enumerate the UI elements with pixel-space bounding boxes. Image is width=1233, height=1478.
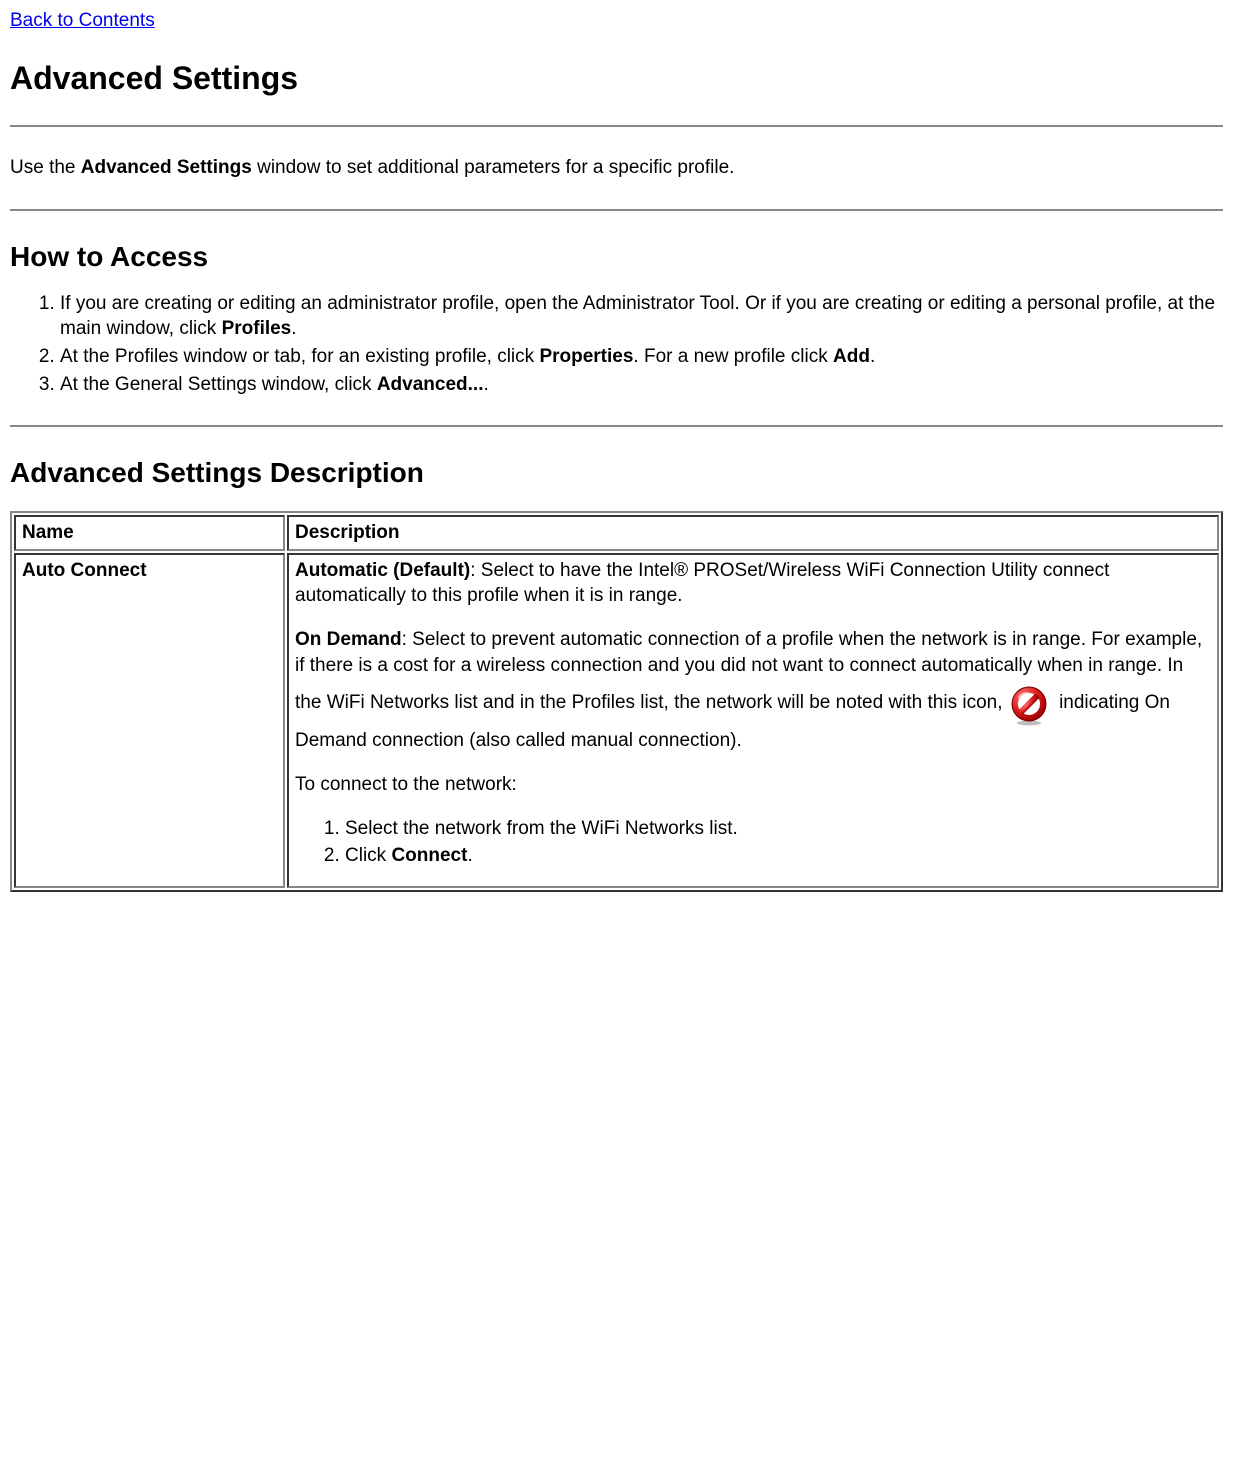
desc-heading: Advanced Settings Description xyxy=(10,457,1223,489)
intro-prefix: Use the xyxy=(10,157,81,178)
auto-default-block: Automatic (Default): Select to have the … xyxy=(295,558,1211,609)
list-item: Click Connect. xyxy=(345,843,1211,869)
prohibit-icon xyxy=(1008,684,1050,726)
how-to-access-heading: How to Access xyxy=(10,241,1223,273)
intro-text: Use the Advanced Settings window to set … xyxy=(10,155,1223,181)
step-text: At the Profiles window or tab, for an ex… xyxy=(60,346,539,367)
setting-description: Automatic (Default): Select to have the … xyxy=(287,553,1219,888)
step-text: . xyxy=(291,318,296,339)
table-header-row: Name Description xyxy=(14,515,1219,551)
table-row: Auto Connect Automatic (Default): Select… xyxy=(14,553,1219,888)
intro-bold: Advanced Settings xyxy=(81,157,252,178)
list-item: Select the network from the WiFi Network… xyxy=(345,816,1211,842)
setting-name: Auto Connect xyxy=(14,553,285,888)
list-item: At the General Settings window, click Ad… xyxy=(60,372,1223,398)
step-text: . xyxy=(870,346,875,367)
step-bold: Advanced... xyxy=(377,374,484,395)
back-to-contents-link[interactable]: Back to Contents xyxy=(10,10,155,31)
divider xyxy=(10,125,1223,127)
connect-step-bold: Connect xyxy=(391,845,467,866)
connect-steps-list: Select the network from the WiFi Network… xyxy=(295,816,1211,869)
settings-table: Name Description Auto Connect Automatic … xyxy=(10,511,1223,892)
step-bold: Add xyxy=(833,346,870,367)
connect-intro: To connect to the network: xyxy=(295,772,1211,798)
list-item: At the Profiles window or tab, for an ex… xyxy=(60,344,1223,370)
header-name: Name xyxy=(14,515,285,551)
how-to-access-list: If you are creating or editing an admini… xyxy=(10,291,1223,398)
divider xyxy=(10,425,1223,427)
intro-suffix: window to set additional parameters for … xyxy=(252,157,735,178)
step-text: . xyxy=(483,374,488,395)
connect-step-suffix: . xyxy=(467,845,472,866)
step-text: . For a new profile click xyxy=(633,346,833,367)
list-item: If you are creating or editing an admini… xyxy=(60,291,1223,342)
auto-default-bold: Automatic (Default) xyxy=(295,560,470,581)
step-bold: Profiles xyxy=(222,318,292,339)
on-demand-bold: On Demand xyxy=(295,629,402,650)
step-bold: Properties xyxy=(539,346,633,367)
connect-step-prefix: Click xyxy=(345,845,391,866)
step-text: At the General Settings window, click xyxy=(60,374,377,395)
divider xyxy=(10,209,1223,211)
on-demand-block: On Demand: Select to prevent automatic c… xyxy=(295,627,1211,754)
page-title: Advanced Settings xyxy=(10,60,1223,97)
header-description: Description xyxy=(287,515,1219,551)
